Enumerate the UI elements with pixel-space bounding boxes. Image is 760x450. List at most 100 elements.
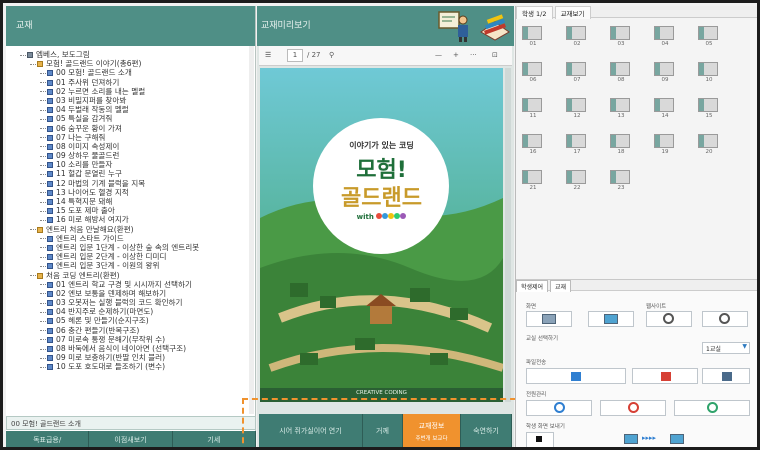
tree-item[interactable]: 03 비밀지퍼를 찾아봐 xyxy=(6,96,256,105)
left-button-1[interactable]: 독표급용/ xyxy=(6,431,90,447)
student-thumbnail[interactable]: 15 xyxy=(698,98,720,122)
tree-item[interactable]: 엔트리 처음 만날해요(환편) xyxy=(6,225,256,234)
power-button-3[interactable] xyxy=(674,400,750,416)
tree-item-label: 12 마법의 기계 블럭을 지목 xyxy=(56,178,146,188)
screen-button-2[interactable] xyxy=(588,311,634,327)
student-thumbnail[interactable]: 08 xyxy=(610,62,632,86)
student-thumbnail[interactable]: 10 xyxy=(698,62,720,86)
action-button-2[interactable]: 거께 xyxy=(363,414,403,447)
power-button-1[interactable] xyxy=(526,400,592,416)
tree-item[interactable]: 11 헐갑 문열린 누구 xyxy=(6,169,256,178)
action-button-1[interactable]: 시어 쥐가실이어 연기 xyxy=(259,414,363,447)
tree-item[interactable]: 04 두벌래 작동의 멜럴 xyxy=(6,105,256,114)
doc-icon xyxy=(47,300,53,307)
student-thumbnail[interactable]: 02 xyxy=(566,26,588,50)
stop-button[interactable] xyxy=(526,432,554,447)
page-input[interactable]: 1 xyxy=(287,49,303,62)
tab-textbook[interactable]: 교재 xyxy=(550,280,572,292)
tree-item[interactable]: 처음 코딩 엔트리(환편) xyxy=(6,271,256,280)
power-button-2[interactable] xyxy=(600,400,666,416)
student-thumbnail[interactable]: 03 xyxy=(610,26,632,50)
student-thumbnail[interactable]: 01 xyxy=(522,26,544,50)
student-thumbnail[interactable]: 09 xyxy=(654,62,676,86)
tree-item[interactable]: 엠베스, 보도그림 xyxy=(6,50,256,59)
tree-item[interactable]: 08 바둑에서 음식이 네이아면 (선택구조) xyxy=(6,344,256,353)
collect-button[interactable] xyxy=(702,368,750,384)
tree-connector xyxy=(40,109,46,111)
screen-button-1[interactable] xyxy=(526,311,572,327)
tree-item[interactable]: 05 헤론 및 만들기(순지구조) xyxy=(6,316,256,325)
tree-item[interactable]: 02 엔보 보통을 덴제하며 해보하기 xyxy=(6,289,256,298)
tree-item[interactable]: 09 미로 보충하기(반딸 인치 블러) xyxy=(6,353,256,362)
student-thumbnail[interactable]: 07 xyxy=(566,62,588,86)
fit-page-icon[interactable]: ⊡ xyxy=(492,51,498,59)
zoom-out-icon[interactable]: — xyxy=(435,51,442,59)
preview-scrollbar[interactable] xyxy=(505,68,511,402)
tree-item-label: 08 이미지 속성제이 xyxy=(56,141,120,151)
student-thumbnail[interactable]: 05 xyxy=(698,26,720,50)
tree-item[interactable]: 모험! 골드랜드 이야기(총6편) xyxy=(6,59,256,68)
textbook-info-button[interactable]: 교재정보 주번개 보교다 xyxy=(403,414,461,447)
tree-item[interactable]: 07 미로속 통쟁 문해기(무작위 수) xyxy=(6,335,256,344)
left-button-2[interactable]: 이점새보기 xyxy=(89,431,173,447)
power-icon xyxy=(554,402,565,413)
tree-item[interactable]: 15 도포 제마 출아 xyxy=(6,206,256,215)
tree-item[interactable]: 엔트리 입문 3단계 - 이원의 왕위 xyxy=(6,261,256,270)
student-thumbnail[interactable]: 04 xyxy=(654,26,676,50)
download-button[interactable] xyxy=(632,368,698,384)
tree-scrollbar[interactable] xyxy=(249,46,254,414)
student-thumbnail[interactable]: 22 xyxy=(566,170,588,194)
brand-dots-icon xyxy=(376,213,407,221)
zoom-in-icon[interactable]: + xyxy=(453,51,459,59)
tab-student-control[interactable]: 학생제어 xyxy=(516,280,549,292)
tree-item[interactable]: 엔트리 스타트 가이드 xyxy=(6,234,256,243)
student-thumbnail[interactable]: 12 xyxy=(566,98,588,122)
student-thumbnail[interactable]: 21 xyxy=(522,170,544,194)
send-screen-button[interactable]: ▸▸▸▸ xyxy=(616,432,696,447)
student-thumbnail[interactable]: 23 xyxy=(610,170,632,194)
class-select[interactable]: 1교실 ▼ xyxy=(702,342,750,354)
tree-item[interactable]: 10 소리를 만들자 xyxy=(6,160,256,169)
student-thumbnail[interactable]: 19 xyxy=(654,134,676,158)
tree-item[interactable]: 01 주사위 던져하기 xyxy=(6,78,256,87)
tree-connector xyxy=(40,219,46,221)
tab-textbook-view[interactable]: 교재보기 xyxy=(554,6,591,19)
student-thumbnail[interactable]: 18 xyxy=(610,134,632,158)
tree-item[interactable]: 14 특혁지문 돼해 xyxy=(6,197,256,206)
tree-item[interactable]: 03 오봇저는 실행 블럭의 코드 확인하기 xyxy=(6,298,256,307)
tree-item[interactable]: 09 상하우 물골드런 xyxy=(6,151,256,160)
sidebar-toggle-icon[interactable]: ☰ xyxy=(265,51,271,59)
tree-item[interactable]: 12 마법의 기계 블럭을 지목 xyxy=(6,179,256,188)
tree-item-label: 09 상하우 물골드런 xyxy=(56,151,120,161)
tab-students[interactable]: 학생 1/2 xyxy=(516,6,553,19)
student-thumbnail[interactable]: 16 xyxy=(522,134,544,158)
upload-button[interactable] xyxy=(526,368,626,384)
tree-item[interactable]: 06 숨꾸운 황이 가져 xyxy=(6,124,256,133)
web-button-2[interactable] xyxy=(702,311,748,327)
more-icon[interactable]: ··· xyxy=(470,51,477,59)
student-thumbnail[interactable]: 11 xyxy=(522,98,544,122)
student-thumbnail[interactable]: 13 xyxy=(610,98,632,122)
student-thumbnail[interactable]: 17 xyxy=(566,134,588,158)
tree-item[interactable]: 10 도포 호도대로 들조하기 (변수) xyxy=(6,362,256,371)
tree-item[interactable]: 06 충간 편들기(반복구조) xyxy=(6,326,256,335)
tree-item[interactable]: 00 모험! 골드랜드 소개 xyxy=(6,68,256,77)
student-thumbnail[interactable]: 20 xyxy=(698,134,720,158)
tree-item[interactable]: 16 미로 해방서 여지가 xyxy=(6,215,256,224)
web-button-1[interactable] xyxy=(646,311,692,327)
tree-item[interactable]: 02 누르면 소리를 내는 멜럴 xyxy=(6,87,256,96)
tree-item[interactable]: 01 엔트리 학교 구경 및 시시까지 선택하기 xyxy=(6,280,256,289)
tree-item[interactable]: 05 특실을 감겨줘 xyxy=(6,114,256,123)
left-button-3[interactable]: 기세 xyxy=(172,431,256,447)
tree-item[interactable]: 08 이미지 속성제이 xyxy=(6,142,256,151)
action-button-4[interactable]: 숙연하기 xyxy=(461,414,512,447)
tree-item[interactable]: 13 나이어도 헬경 지적 xyxy=(6,188,256,197)
textbook-tree[interactable]: 엠베스, 보도그림 모험! 골드랜드 이야기(총6편) 00 모험! 골드랜드 소개… xyxy=(6,46,256,414)
tree-item[interactable]: 엔트리 입문 1단계 - 이상한 숲 속의 엔트리봇 xyxy=(6,243,256,252)
tree-item[interactable]: 07 나는 구해줘 xyxy=(6,133,256,142)
tree-item[interactable]: 엔트리 입문 2단계 - 이상한 디미디 xyxy=(6,252,256,261)
student-thumbnail[interactable]: 14 xyxy=(654,98,676,122)
student-number: 17 xyxy=(573,149,581,155)
student-thumbnail[interactable]: 06 xyxy=(522,62,544,86)
search-icon[interactable]: ⚲ xyxy=(329,51,334,59)
